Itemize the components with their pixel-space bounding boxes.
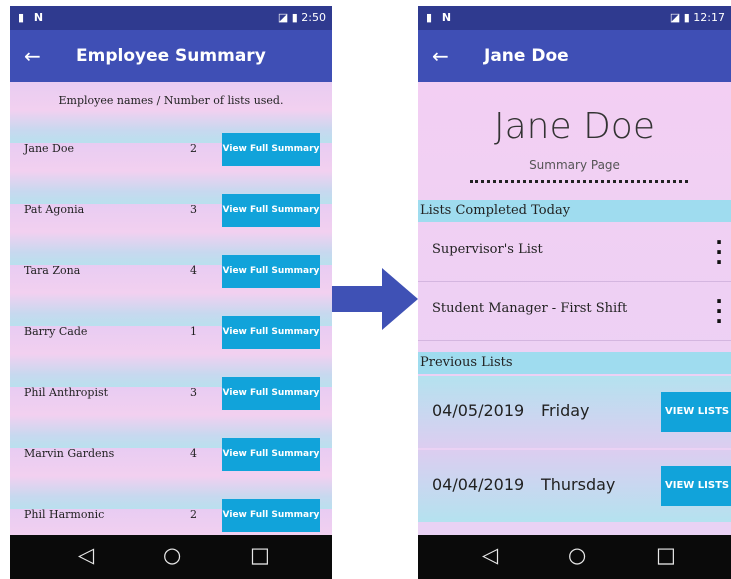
back-arrow-icon[interactable]: ← (432, 44, 449, 68)
nav-home-icon[interactable]: ○ (568, 543, 586, 567)
employee-name: Phil Anthropist (24, 386, 109, 399)
employee-list[interactable]: Employee names / Number of lists used. J… (10, 82, 332, 535)
notification-icons: ▮ N (426, 11, 455, 24)
app-bar: ← Jane Doe (418, 30, 731, 82)
page-title: Jane Doe (484, 46, 569, 66)
list-count: 4 (190, 447, 197, 460)
summary-subtitle: Summary Page (529, 158, 620, 172)
completed-list-item[interactable]: Supervisor's List · · · (418, 223, 731, 282)
nav-recents-icon[interactable]: □ (656, 543, 676, 567)
status-clock: ◪ ▮ 12:17 (669, 11, 725, 24)
list-item-label: Student Manager - First Shift (432, 301, 628, 316)
nav-recents-icon[interactable]: □ (250, 543, 270, 567)
employee-name: Pat Agonia (24, 203, 85, 216)
list-day: Friday (541, 401, 590, 420)
employee-name: Phil Harmonic (24, 508, 105, 521)
status-bar: ▮ N ◪ ▮ 2:50 (10, 6, 332, 30)
employee-name: Jane Doe (24, 142, 75, 155)
nav-back-icon[interactable]: ◁ (78, 543, 94, 567)
status-clock: ◪ ▮ 2:50 (277, 11, 326, 24)
previous-list-row: 04/05/2019 Friday VIEW LISTS (418, 376, 731, 448)
nav-back-icon[interactable]: ◁ (482, 543, 498, 567)
view-lists-button[interactable]: VIEW LISTS (661, 466, 731, 506)
employee-row: Phil Anthropist 3 View Full Summary (10, 364, 332, 425)
dotted-divider (470, 180, 688, 183)
list-count: 2 (190, 508, 197, 521)
completed-list-item[interactable]: Student Manager - First Shift · · · (418, 282, 731, 341)
list-day: Thursday (541, 475, 616, 494)
view-full-summary-button[interactable]: View Full Summary (222, 133, 320, 166)
employee-name-heading: Jane Doe (494, 106, 655, 147)
view-full-summary-button[interactable]: View Full Summary (222, 316, 320, 349)
view-lists-button[interactable]: VIEW LISTS (661, 392, 731, 432)
system-nav-bar: ◁ ○ □ (10, 535, 332, 579)
list-header: Employee names / Number of lists used. (58, 94, 284, 107)
employee-name: Barry Cade (24, 325, 88, 338)
back-arrow-icon[interactable]: ← (24, 44, 41, 68)
view-full-summary-button[interactable]: View Full Summary (222, 255, 320, 288)
employee-summary-screen: ▮ N ◪ ▮ 2:50 ← Employee Summary Employee… (10, 6, 332, 579)
view-full-summary-button[interactable]: View Full Summary (222, 377, 320, 410)
view-full-summary-button[interactable]: View Full Summary (222, 194, 320, 227)
lists-completed-today-header: Lists Completed Today (418, 200, 731, 222)
app-bar: ← Employee Summary (10, 30, 332, 82)
employee-row: Jane Doe 2 View Full Summary (10, 120, 332, 181)
employee-row: Marvin Gardens 4 View Full Summary (10, 425, 332, 486)
employee-detail-screen: ▮ N ◪ ▮ 12:17 ← Jane Doe Jane Doe Summar… (418, 6, 731, 579)
employee-row: Barry Cade 1 View Full Summary (10, 303, 332, 364)
system-nav-bar: ◁ ○ □ (418, 535, 731, 579)
employee-name: Tara Zona (24, 264, 81, 277)
list-count: 3 (190, 386, 197, 399)
previous-list-row: 04/04/2019 Thursday VIEW LISTS (418, 450, 731, 522)
view-full-summary-button[interactable]: View Full Summary (222, 499, 320, 532)
list-count: 2 (190, 142, 197, 155)
employee-row: Pat Agonia 3 View Full Summary (10, 181, 332, 242)
notification-icons: ▮ N (18, 11, 47, 24)
list-item-label: Supervisor's List (432, 242, 543, 257)
page-title: Employee Summary (76, 46, 266, 66)
view-full-summary-button[interactable]: View Full Summary (222, 438, 320, 471)
nav-home-icon[interactable]: ○ (163, 543, 181, 567)
employee-row: Phil Harmonic 2 View Full Summary (10, 486, 332, 535)
list-count: 3 (190, 203, 197, 216)
employee-row: Tara Zona 4 View Full Summary (10, 242, 332, 303)
list-date: 04/04/2019 (432, 475, 525, 494)
list-count: 1 (190, 325, 197, 338)
list-count: 4 (190, 264, 197, 277)
previous-lists-header: Previous Lists (418, 352, 731, 374)
more-vert-icon[interactable]: · · · (711, 291, 727, 331)
more-vert-icon[interactable]: · · · (711, 232, 727, 272)
status-bar: ▮ N ◪ ▮ 12:17 (418, 6, 731, 30)
right-arrow-icon (332, 268, 418, 330)
list-date: 04/05/2019 (432, 401, 525, 420)
summary-content[interactable]: Jane Doe Summary Page Lists Completed To… (418, 82, 731, 535)
employee-name: Marvin Gardens (24, 447, 115, 460)
